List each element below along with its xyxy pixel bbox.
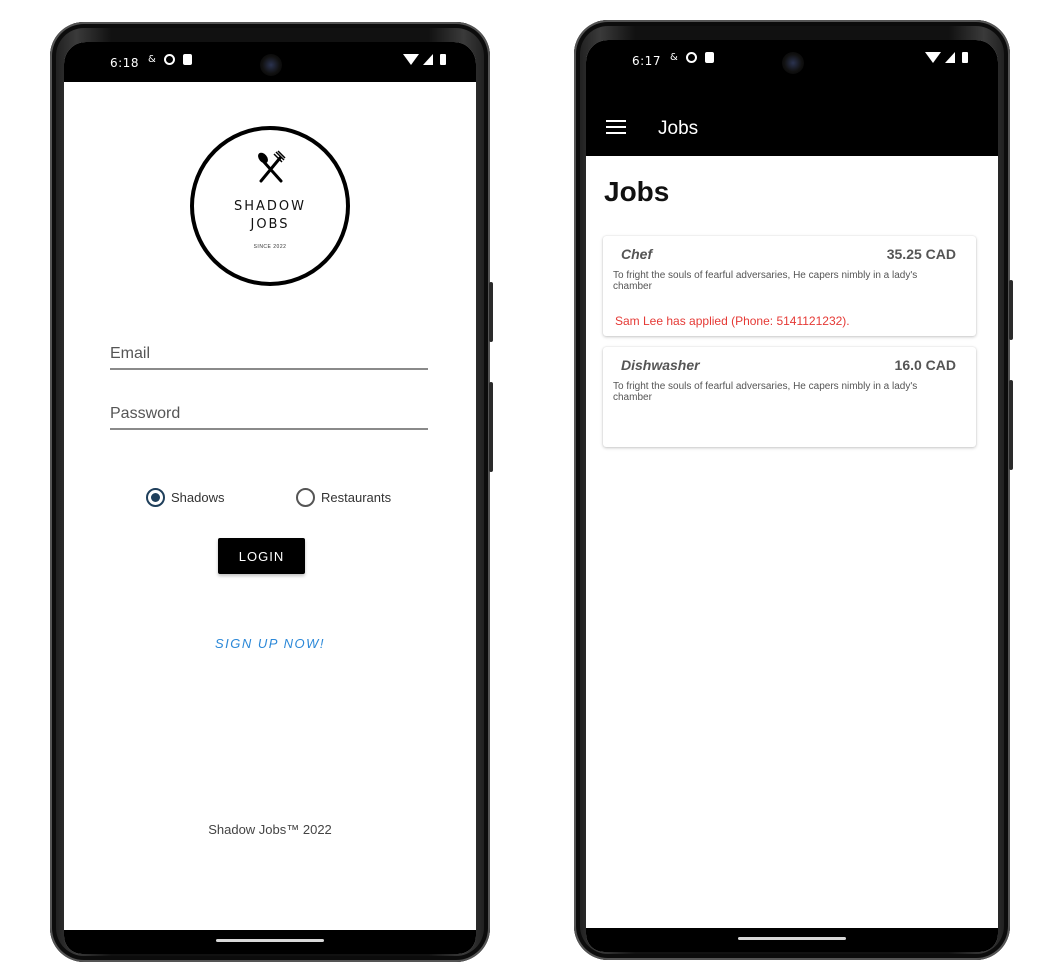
navigation-bar <box>64 930 476 954</box>
job-description: To fright the souls of fearful adversari… <box>613 381 918 403</box>
power-button <box>1009 280 1013 340</box>
sd-card-icon <box>704 52 714 63</box>
email-field-wrapper <box>110 340 428 370</box>
role-option-restaurants[interactable]: Restaurants <box>296 488 391 507</box>
logo-text: SHADOW JOBS <box>194 198 346 234</box>
gear-icon <box>685 52 697 63</box>
shadow-jobs-logo: SHADOW JOBS SINCE 2022 <box>190 126 350 286</box>
logo-line-jobs: JOBS <box>250 217 290 232</box>
status-system-icons <box>403 54 446 65</box>
status-notification-icons: & <box>148 54 192 65</box>
job-card-chef[interactable]: Chef 35.25 CAD To fright the souls of fe… <box>603 236 976 336</box>
page-title: Jobs <box>604 176 670 207</box>
status-time: 6:18 <box>110 56 139 70</box>
jobs-screen: 6:17 & Jobs Jobs Chef 35.25 CAD To frigh… <box>586 40 998 952</box>
status-bar: 6:17 & <box>586 40 998 80</box>
job-title: Dishwasher <box>621 357 700 373</box>
signal-icon <box>945 52 955 63</box>
app-bar: Jobs <box>586 80 998 156</box>
logo-since-text: SINCE 2022 <box>253 244 287 250</box>
status-notification-icons: & <box>670 52 714 63</box>
applicant-note: Sam Lee has applied (Phone: 5141121232). <box>615 314 850 328</box>
front-camera <box>782 52 804 74</box>
wifi-icon <box>925 52 941 63</box>
job-card-dishwasher[interactable]: Dishwasher 16.0 CAD To fright the souls … <box>603 347 976 447</box>
hamburger-menu-icon[interactable] <box>606 120 626 134</box>
battery-icon <box>962 52 968 63</box>
status-bar: 6:18 & <box>64 42 476 82</box>
role-label-shadows: Shadows <box>171 490 225 505</box>
ampersand-icon: & <box>670 52 678 63</box>
password-field-wrapper <box>110 400 428 430</box>
status-system-icons <box>925 52 968 63</box>
sd-card-icon <box>182 54 192 65</box>
front-camera <box>260 54 282 76</box>
job-title: Chef <box>621 246 653 262</box>
signal-icon <box>423 54 433 65</box>
radio-selected-icon[interactable] <box>146 488 165 507</box>
power-button <box>489 282 493 342</box>
login-button[interactable]: LOGIN <box>218 538 305 574</box>
email-field[interactable] <box>110 340 428 368</box>
status-time: 6:17 <box>632 54 661 68</box>
job-pay: 35.25 CAD <box>886 246 956 262</box>
home-gesture-handle[interactable] <box>216 939 324 942</box>
volume-button <box>1009 380 1013 470</box>
battery-icon <box>440 54 446 65</box>
utensils-icon <box>258 150 286 183</box>
login-screen: 6:18 & SHADOW JOBS SINCE 2022 Email Shad… <box>64 42 476 954</box>
login-phone-frame: 6:18 & SHADOW JOBS SINCE 2022 Email Shad… <box>50 22 493 962</box>
radio-unselected-icon[interactable] <box>296 488 315 507</box>
footer-copyright: Shadow Jobs™ 2022 <box>208 822 332 837</box>
jobs-phone-frame: 6:17 & Jobs Jobs Chef 35.25 CAD To frigh… <box>574 20 1013 960</box>
app-bar-title: Jobs <box>658 118 699 139</box>
ampersand-icon: & <box>148 54 156 65</box>
wifi-icon <box>403 54 419 65</box>
role-option-shadows[interactable]: Shadows <box>146 488 224 507</box>
logo-line-shadow: SHADOW <box>233 199 307 214</box>
role-label-restaurants: Restaurants <box>321 490 392 505</box>
sign-up-link[interactable]: SIGN UP NOW! <box>64 636 476 651</box>
navigation-bar <box>586 928 998 952</box>
password-field[interactable] <box>110 400 428 428</box>
volume-button <box>489 382 493 472</box>
job-description: To fright the souls of fearful adversari… <box>613 270 918 292</box>
home-gesture-handle[interactable] <box>738 937 846 940</box>
gear-icon <box>163 54 175 65</box>
job-pay: 16.0 CAD <box>894 357 956 373</box>
